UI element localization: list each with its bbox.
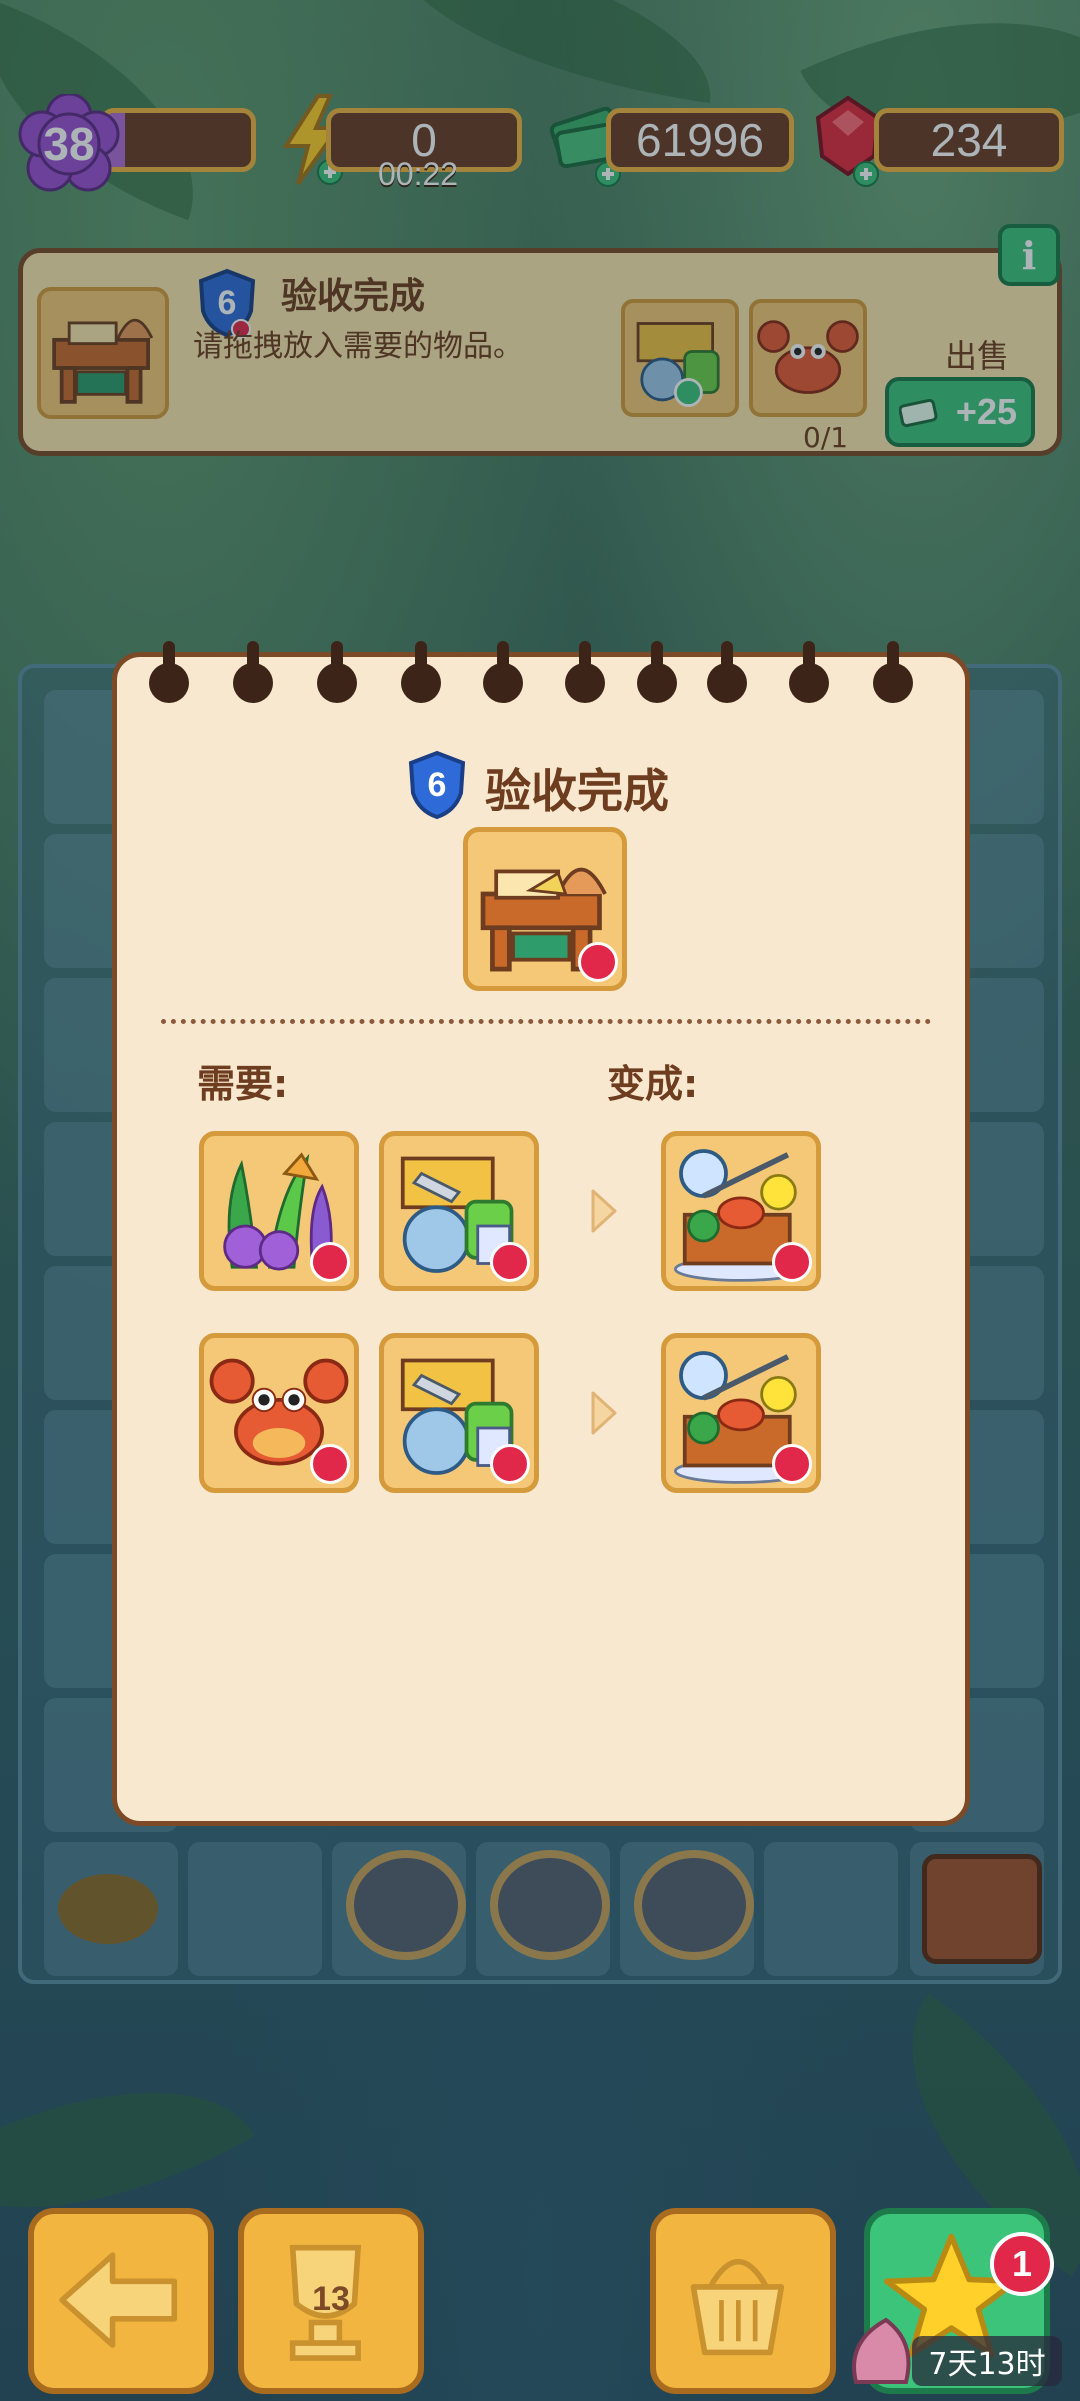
coral-plants-tile[interactable] [199,1131,359,1291]
notebook-ring [563,641,607,703]
fishing-stand-tile[interactable] [661,1333,821,1493]
recipe-modal: 6 验收完成 需要: 变成: [112,641,970,1826]
notebook-ring [635,641,679,703]
dotted-divider [161,1019,931,1024]
crown-badge-icon [310,1242,350,1282]
crown-badge-icon [490,1444,530,1484]
notebook-ring [231,641,275,703]
desk-item-preview [463,827,627,991]
notebook-ring [147,641,191,703]
fishing-supplies-tile[interactable] [379,1333,539,1493]
crown-badge-icon [578,942,618,982]
fishing-supplies-tile[interactable] [379,1131,539,1291]
modal-level-value: 6 [427,765,447,804]
fishing-stand-tile[interactable] [661,1131,821,1291]
trophy-count: 13 [312,2280,350,2318]
notification-count: 1 [1011,2243,1033,2284]
back-arrow-icon [59,2252,178,2348]
needs-label: 需要: [197,1062,289,1106]
crown-badge-icon [310,1444,350,1484]
notebook-ring [705,641,749,703]
crown-badge-icon [490,1242,530,1282]
basket-icon [690,2258,785,2356]
notebook-ring [787,641,831,703]
recipe-arrow-icon [591,1189,617,1233]
notebook-ring [481,641,525,703]
basket-button[interactable] [650,2208,836,2394]
crab-tile[interactable] [199,1333,359,1493]
crown-badge-icon [772,1242,812,1282]
notification-badge: 1 [990,2232,1054,2296]
notebook-ring [871,641,915,703]
modal-title: 验收完成 [485,764,669,818]
becomes-label: 变成: [607,1062,699,1106]
notebook-ring [399,641,443,703]
notebook-ring [315,641,359,703]
modal-level-shield-icon: 6 [405,749,469,821]
trophy-button[interactable]: 13 [238,2208,424,2394]
seashell-icon [852,2317,911,2384]
back-button[interactable] [28,2208,214,2394]
recipe-arrow-icon [591,1391,617,1435]
crown-badge-icon [772,1444,812,1484]
event-countdown: 7天13时 [912,2336,1062,2386]
